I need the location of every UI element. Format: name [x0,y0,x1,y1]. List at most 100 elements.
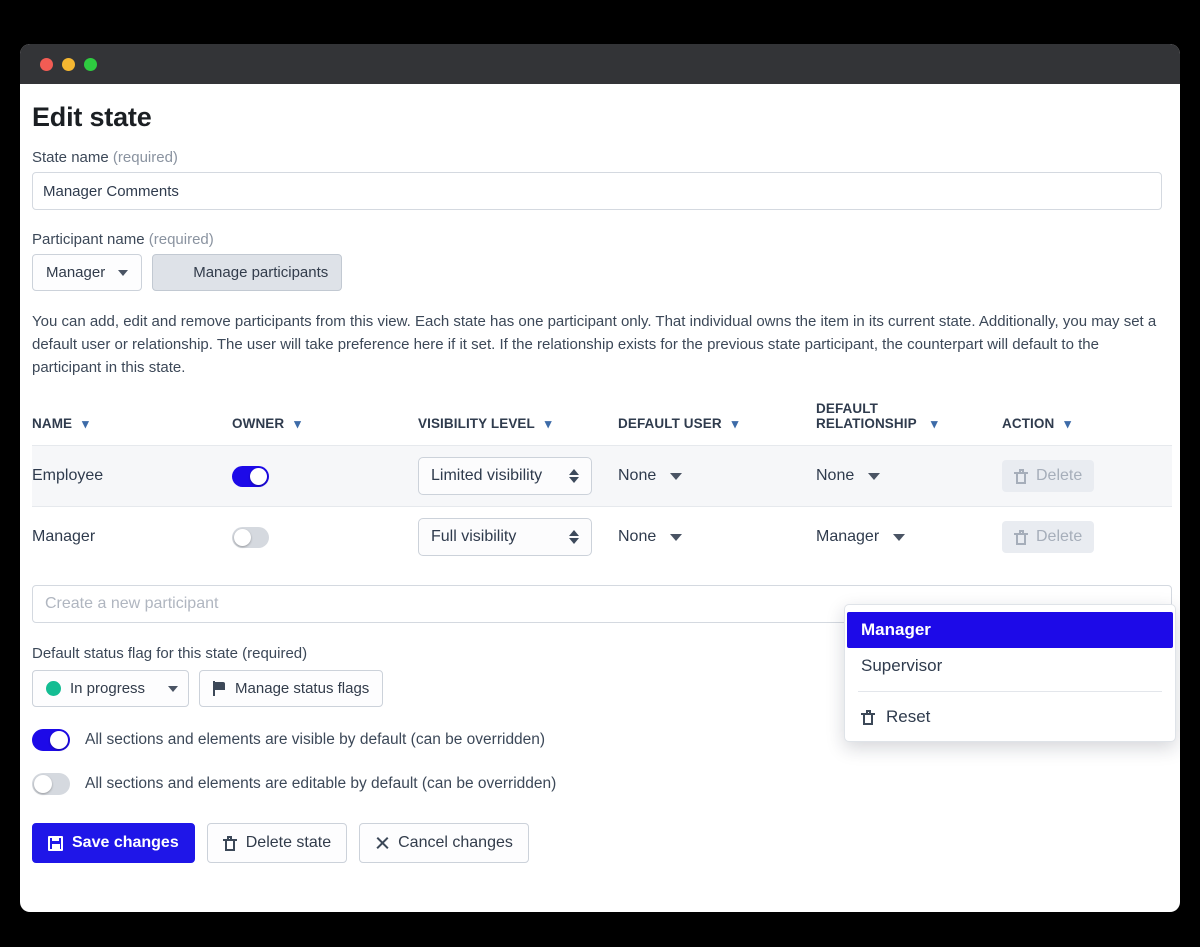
editable-by-default-toggle[interactable] [32,773,70,796]
chevron-down-icon [670,472,683,480]
delete-state-label: Delete state [245,834,332,852]
chevron-down-icon [670,533,683,541]
column-header-name[interactable]: NAME ▾ [32,401,232,446]
chevron-down-icon[interactable]: ▾ [545,417,552,430]
state-name-label: State name (required) [32,149,1168,166]
table-row: Manager Full visibility None Manager Del… [32,506,1172,568]
column-header-visibility-level-label: VISIBILITY LEVEL [418,416,535,432]
close-window-button[interactable] [40,57,53,71]
dropdown-option-supervisor-label: Supervisor [861,656,943,675]
chevron-down-icon [118,269,129,276]
screen: Edit state State name (required) Partici… [0,0,1200,947]
delete-participant-label: Delete [1036,467,1083,485]
footer-actions: Save changes Delete state Cancel changes [32,823,1168,864]
default-relationship-value: None [816,467,855,485]
participants-table: NAME ▾ OWNER ▾ VISIBILITY LEVEL ▾ DEFAUL… [32,401,1172,568]
save-changes-button[interactable]: Save changes [32,823,195,864]
row-action-cell: Delete [1002,445,1172,507]
participant-select-value: Manager [46,264,106,281]
participant-name-required-tag: (required) [148,231,214,248]
default-relationship-select[interactable]: None [816,467,881,485]
row-default-relationship-cell: Manager [816,506,1002,568]
column-header-default-user[interactable]: DEFAULT USER ▾ [618,401,816,446]
page-content: Edit state State name (required) Partici… [20,84,1180,912]
visibility-level-value: Full visibility [431,528,517,546]
column-header-action[interactable]: ACTION ▾ [1002,401,1172,446]
window-titlebar [20,44,1180,84]
status-flag-select[interactable]: In progress [32,670,190,708]
chevron-down-icon[interactable]: ▾ [294,417,301,430]
cancel-changes-label: Cancel changes [398,834,513,852]
state-name-required-tag: (required) [112,149,178,166]
row-owner-cell [232,506,418,568]
up-down-arrows-icon [563,469,585,484]
status-flag-label-text: Default status flag for this state [32,645,238,663]
delete-state-button[interactable]: Delete state [206,823,348,864]
visible-by-default-label: All sections and elements are visible by… [85,731,546,749]
status-flag-required-tag: (required) [242,645,308,663]
default-user-value: None [618,467,657,485]
chevron-down-icon[interactable]: ▾ [732,417,739,430]
save-icon [48,835,63,851]
visibility-level-value: Limited visibility [431,467,543,485]
table-row: Employee Limited visibility None None De… [32,445,1172,507]
editable-by-default-label: All sections and elements are editable b… [85,775,557,793]
row-action-cell: Delete [1002,506,1172,568]
trash-icon [1014,468,1028,484]
dropdown-option-reset[interactable]: Reset [847,699,1173,735]
column-header-name-label: NAME [32,416,73,432]
default-user-select[interactable]: None [618,467,683,485]
manage-participants-label: Manage participants [193,264,329,281]
dropdown-separator [858,691,1162,692]
chevron-down-icon[interactable]: ▾ [931,417,938,430]
status-dot-icon [46,681,61,697]
status-flag-value: In progress [70,680,146,698]
trash-icon [861,709,875,725]
cancel-changes-button[interactable]: Cancel changes [359,823,529,864]
participant-name-label: Participant name (required) [32,231,1168,248]
table-header-row: NAME ▾ OWNER ▾ VISIBILITY LEVEL ▾ DEFAUL… [32,401,1172,446]
chevron-down-icon[interactable]: ▾ [1064,417,1071,430]
owner-toggle[interactable] [232,526,269,548]
owner-toggle[interactable] [232,465,269,487]
chevron-down-icon[interactable]: ▾ [82,417,89,430]
participant-name-label-text: Participant name [32,231,145,248]
editable-by-default-row: All sections and elements are editable b… [32,773,1168,796]
app-window: Edit state State name (required) Partici… [20,44,1180,912]
dropdown-option-supervisor[interactable]: Supervisor [847,648,1173,684]
chevron-down-icon [893,533,906,541]
default-user-value: None [618,528,657,546]
dropdown-option-manager[interactable]: Manager [847,612,1173,648]
trash-icon [1014,529,1028,545]
column-header-visibility-level[interactable]: VISIBILITY LEVEL ▾ [418,401,618,446]
maximize-window-button[interactable] [84,57,97,71]
participant-controls-row: Manager Manage participants [32,254,1168,291]
row-visibility-cell: Full visibility [418,506,618,568]
default-relationship-dropdown-menu: Manager Supervisor Reset [844,604,1176,742]
minimize-window-button[interactable] [62,57,75,71]
default-relationship-value: Manager [816,528,880,546]
row-name-cell: Manager [32,506,232,568]
default-relationship-select[interactable]: Manager [816,528,906,546]
delete-participant-button[interactable]: Delete [1002,521,1095,554]
column-header-owner[interactable]: OWNER ▾ [232,401,418,446]
close-icon [375,836,389,850]
state-name-input[interactable] [32,172,1162,210]
column-header-default-relationship-label: DEFAULT RELATIONSHIP [816,401,917,432]
manage-participants-button[interactable]: Manage participants [152,254,343,291]
column-header-default-relationship[interactable]: DEFAULT RELATIONSHIP ▾ [816,401,1002,446]
participant-select[interactable]: Manager [32,254,143,291]
column-header-default-user-label: DEFAULT USER [618,416,722,432]
delete-participant-label: Delete [1036,528,1083,546]
column-header-owner-label: OWNER [232,416,285,432]
visibility-level-select[interactable]: Limited visibility [418,457,592,496]
default-user-select[interactable]: None [618,528,683,546]
dropdown-option-reset-label: Reset [886,707,931,726]
delete-participant-button[interactable]: Delete [1002,460,1095,493]
dropdown-option-manager-label: Manager [861,620,931,639]
row-default-user-cell: None [618,445,816,507]
manage-status-flags-button[interactable]: Manage status flags [199,670,384,708]
visible-by-default-toggle[interactable] [32,729,70,752]
visibility-level-select[interactable]: Full visibility [418,518,592,557]
flag-icon [213,681,226,697]
